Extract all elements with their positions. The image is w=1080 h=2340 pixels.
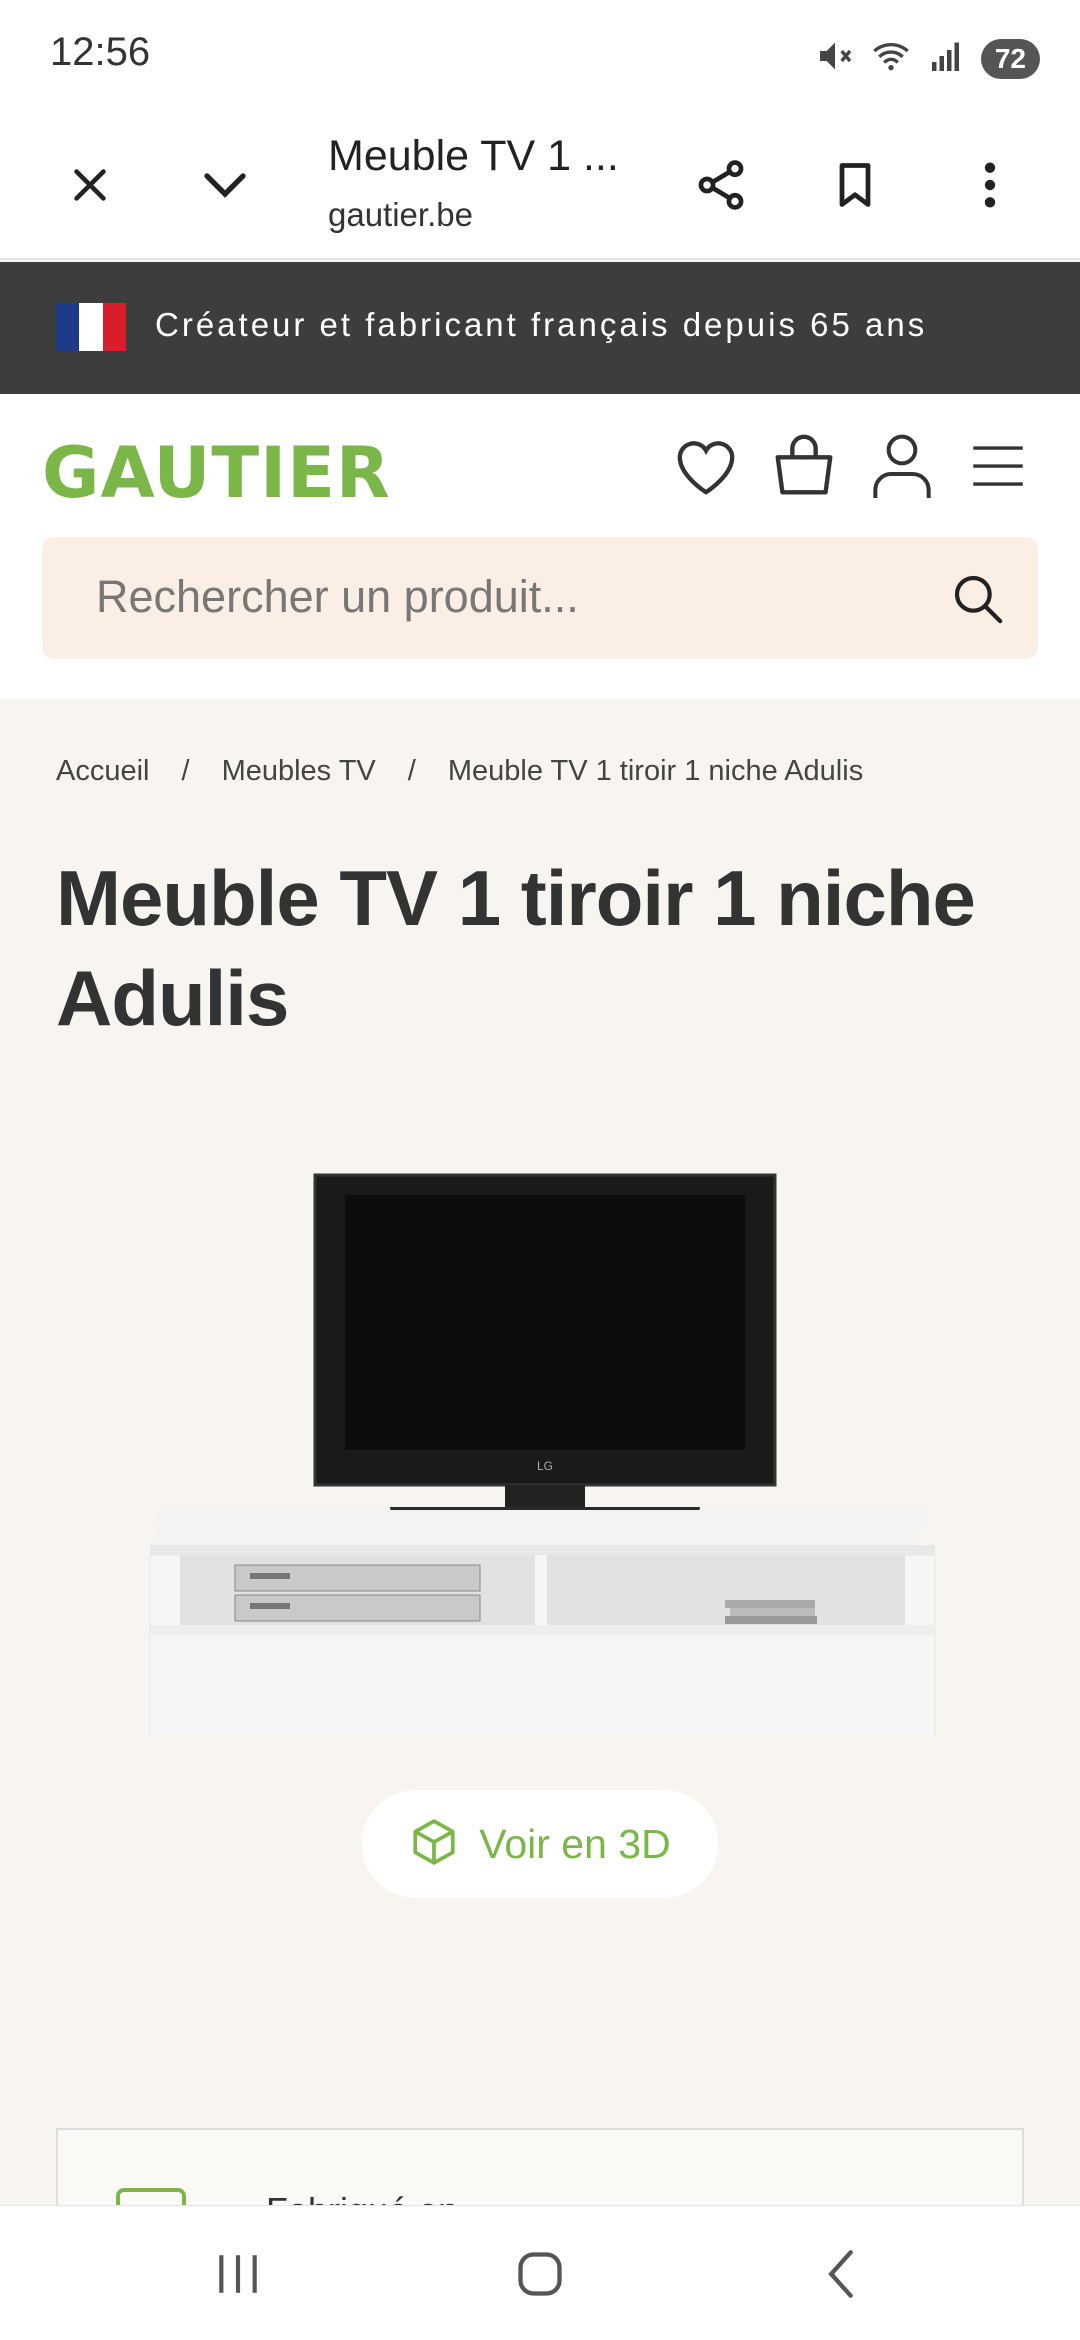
view-3d-label: Voir en 3D [479,1820,671,1867]
back-icon[interactable] [802,2242,882,2306]
shopping-bag-icon[interactable] [768,430,840,502]
tv-brand-mark: LG [537,1459,553,1473]
search-input[interactable] [96,567,916,627]
bookmark-icon[interactable] [820,150,890,220]
breadcrumb-item-home[interactable]: Accueil [56,755,150,787]
menu-icon[interactable] [962,430,1034,502]
system-nav-bar [0,2205,1080,2340]
user-account-icon[interactable] [866,430,938,502]
status-icons: 72 [815,36,1040,81]
battery-indicator: 72 [980,38,1040,79]
heart-icon[interactable] [670,430,742,502]
view-3d-button[interactable]: Voir en 3D [362,1790,718,1898]
share-icon[interactable] [686,150,756,220]
french-flag-icon [56,303,126,351]
search-bar [42,537,1038,659]
breadcrumb-separator: / [181,755,190,787]
browser-toolbar: Meuble TV 1 ... gautier.be [0,110,1080,260]
promo-banner: Créateur et fabricant français depuis 65… [0,262,1080,394]
close-icon[interactable] [55,150,125,220]
status-bar: 12:56 72 [0,0,1080,110]
page-domain[interactable]: gautier.be [328,196,473,234]
cube-icon [409,1817,459,1872]
mute-icon [815,36,855,81]
more-options-icon[interactable] [955,150,1025,220]
chevron-down-icon[interactable] [190,150,260,220]
breadcrumb-item-category[interactable]: Meubles TV [222,755,376,787]
search-icon[interactable] [946,567,1010,631]
gautier-logo[interactable]: GAUTIER [42,432,391,514]
home-icon[interactable] [500,2242,580,2306]
breadcrumb: Accueil / Meubles TV / Meuble TV 1 tiroir 1 … [56,755,863,788]
site-header: GAUTIER [0,394,1080,699]
wifi-icon [869,36,913,81]
breadcrumb-separator: / [407,755,416,787]
page-title[interactable]: Meuble TV 1 ... [328,132,619,181]
product-title: Meuble TV 1 tiroir 1 niche Adulis [56,854,976,1042]
banner-text: Créateur et fabricant français depuis 65… [155,306,928,343]
product-image[interactable]: LG [140,1165,940,1746]
signal-icon [927,38,967,79]
recent-apps-icon[interactable] [198,2242,278,2306]
breadcrumb-item-current: Meuble TV 1 tiroir 1 niche Adulis [447,755,864,787]
status-time: 12:56 [50,30,151,74]
